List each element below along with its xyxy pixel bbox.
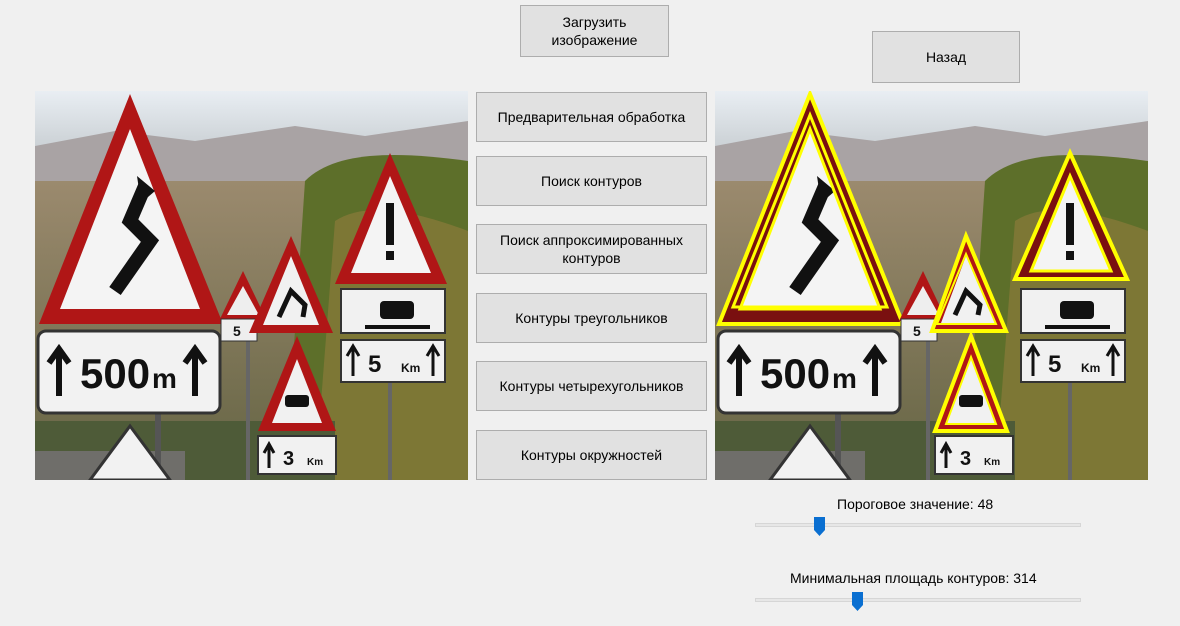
processed-three-km-unit: Km bbox=[984, 457, 1000, 468]
triangle-contours-button[interactable]: Контуры треугольников bbox=[476, 293, 707, 343]
min-area-slider-track[interactable] bbox=[755, 598, 1081, 602]
distance-unit: m bbox=[152, 363, 177, 394]
processed-three-km-value: 3 bbox=[960, 448, 971, 470]
threshold-slider-thumb[interactable] bbox=[814, 517, 825, 536]
load-image-label: Загрузить изображение bbox=[551, 14, 638, 48]
processed-image: 500 m 5 5 Km 3 Km bbox=[715, 91, 1148, 480]
back-button[interactable]: Назад bbox=[872, 31, 1020, 83]
min-area-label: Минимальная площадь контуров: 314 bbox=[790, 570, 1037, 586]
quad-contours-button[interactable]: Контуры четырехугольников bbox=[476, 361, 707, 411]
processed-five-km-value: 5 bbox=[1048, 351, 1061, 378]
processed-small-5-label: 5 bbox=[913, 323, 921, 339]
find-approx-contours-button[interactable]: Поиск аппроксимированных контуров bbox=[476, 224, 707, 274]
preprocess-button[interactable]: Предварительная обработка bbox=[476, 92, 707, 142]
processed-distance-unit: m bbox=[832, 363, 857, 394]
quad-contours-label: Контуры четырехугольников bbox=[499, 378, 684, 394]
original-image-canvas: 500 m 5 5 Km 3 Km bbox=[35, 91, 468, 480]
three-km-unit: Km bbox=[307, 457, 323, 468]
find-contours-label: Поиск контуров bbox=[541, 173, 642, 189]
circle-contours-button[interactable]: Контуры окружностей bbox=[476, 430, 707, 480]
three-km-value: 3 bbox=[283, 448, 294, 470]
threshold-label: Пороговое значение: 48 bbox=[837, 496, 994, 512]
find-contours-button[interactable]: Поиск контуров bbox=[476, 156, 707, 206]
five-km-unit: Km bbox=[401, 361, 420, 375]
small-5-label: 5 bbox=[233, 323, 241, 339]
preprocess-label: Предварительная обработка bbox=[497, 109, 686, 125]
min-area-slider-thumb[interactable] bbox=[852, 592, 863, 611]
back-label: Назад bbox=[925, 49, 967, 65]
distance-value: 500 bbox=[80, 350, 150, 397]
original-image: 500 m 5 5 Km 3 Km bbox=[35, 91, 468, 480]
find-approx-contours-label: Поиск аппроксимированных контуров bbox=[500, 232, 683, 266]
five-km-value: 5 bbox=[368, 351, 381, 378]
triangle-contours-label: Контуры треугольников bbox=[515, 310, 668, 326]
threshold-slider-track[interactable] bbox=[755, 523, 1081, 527]
load-image-button[interactable]: Загрузить изображение bbox=[520, 5, 669, 57]
circle-contours-label: Контуры окружностей bbox=[520, 447, 663, 463]
processed-five-km-unit: Km bbox=[1081, 361, 1100, 375]
processed-distance-value: 500 bbox=[760, 350, 830, 397]
processed-image-canvas: 500 m 5 5 Km 3 Km bbox=[715, 91, 1148, 480]
